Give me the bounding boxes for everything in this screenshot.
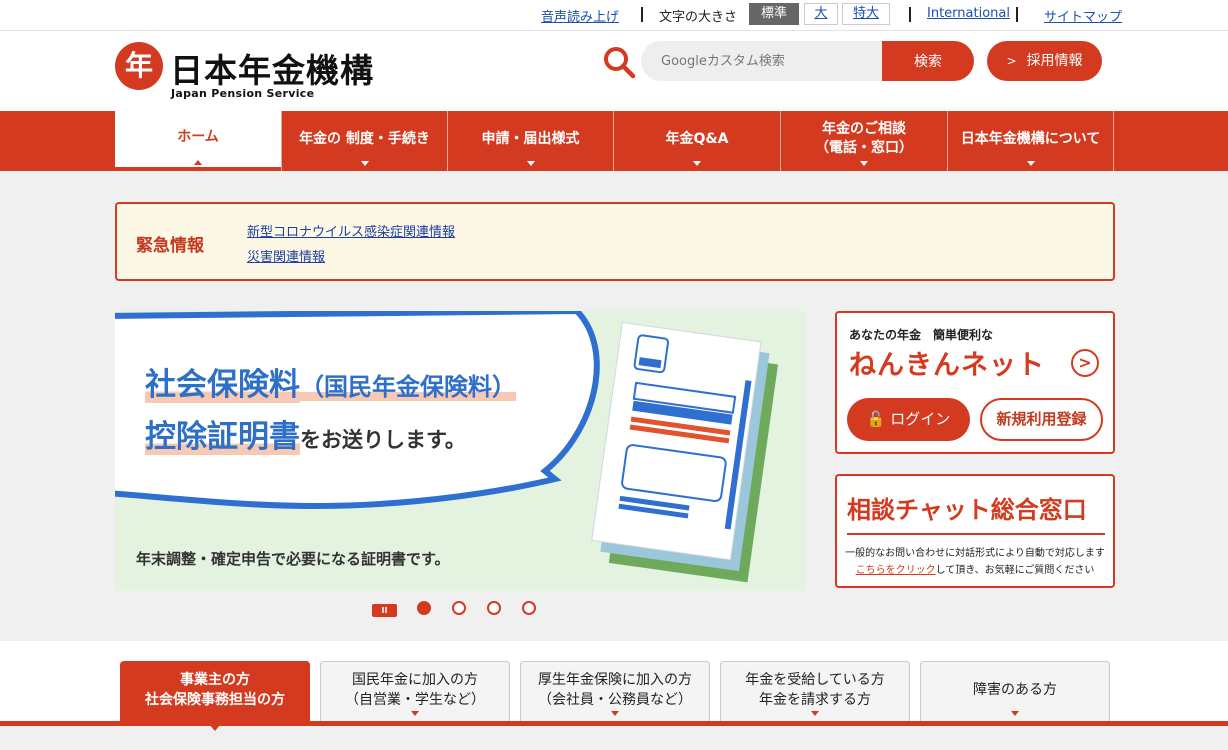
nav-item-label: 日本年金機構について (960, 130, 1101, 147)
recruit-button[interactable]: > 採用情報 (987, 41, 1102, 81)
caret-down-icon (811, 711, 819, 716)
logo-subtitle: Japan Pension Service (171, 87, 315, 100)
carousel-pause-button[interactable]: II (372, 604, 397, 617)
logo-text[interactable]: 日本年金機構 (170, 44, 374, 92)
arrow-right-icon[interactable]: > (1071, 349, 1099, 377)
font-size-label: 文字の大きさ (659, 10, 738, 25)
sitemap-link[interactable]: サイトマップ (1044, 6, 1122, 25)
caret-down-icon (693, 161, 701, 166)
banner-headline-1: 社会保険料（国民年金保険料） (145, 359, 516, 404)
global-nav: ホーム 年金の 制度・手続き 申請・届出様式 年金Q&A 年金のご相談 （電話・… (0, 111, 1228, 171)
international-link[interactable]: International (927, 6, 1010, 21)
banner-headline-2: 控除証明書をお送りします。 (145, 411, 466, 456)
hero-banner[interactable]: 社会保険料（国民年金保険料） 控除証明書をお送りします。 年末調整・確定申告で必… (115, 311, 805, 591)
banner-headline-2-main: 控除証明書 (145, 419, 300, 455)
chat-description-2: こちらをクリックして頂き、お気軽にご質問ください (837, 561, 1113, 576)
nenkin-net-title[interactable]: ねんきんネット (849, 343, 1045, 382)
tabs-underline (0, 721, 1228, 726)
logo-mark-icon[interactable]: 年 (115, 42, 163, 90)
carousel-dot-3[interactable] (487, 601, 501, 615)
chat-description-tail: して頂き、お気軽にご質問ください (935, 565, 1095, 576)
search-input[interactable] (641, 41, 886, 81)
caret-down-icon (611, 711, 619, 716)
tab-label: 事業主の方 社会保険事務担当の方 (145, 671, 285, 708)
chat-click-link[interactable]: こちらをクリック (856, 565, 936, 576)
font-size-large-button[interactable]: 大 (804, 3, 838, 25)
caret-down-icon (411, 711, 419, 716)
recruit-label: 採用情報 (1026, 53, 1083, 69)
nenkin-net-subtitle: あなたの年金 簡単便利な (849, 328, 994, 342)
nav-item-forms[interactable]: 申請・届出様式 (447, 111, 613, 171)
carousel-dot-4[interactable] (522, 601, 536, 615)
caret-down-icon (360, 161, 369, 166)
tab-employee-pension[interactable]: 厚生年金保険に加入の方 （会社員・公務員など） (520, 661, 710, 721)
caret-down-icon (1026, 161, 1035, 166)
emergency-title: 緊急情報 (136, 236, 204, 256)
nav-item-label: 申請・届出様式 (481, 130, 580, 147)
banner-footer: 年末調整・確定申告で必要になる証明書です。 (136, 550, 450, 568)
tab-national-pension[interactable]: 国民年金に加入の方 （自営業・学生など） (320, 661, 510, 721)
divider (1016, 7, 1018, 22)
emergency-link-covid[interactable]: 新型コロナウイルス感染症関連情報 (247, 221, 455, 240)
chat-panel: 相談チャット総合窓口 一般的なお問い合わせに対話形式により自動で対応します こち… (835, 474, 1115, 588)
banner-headline-2-tail: をお送りします。 (300, 428, 466, 452)
nav-item-consult[interactable]: 年金のご相談 （電話・窓口） (780, 111, 947, 171)
chat-description: 一般的なお問い合わせに対話形式により自動で対応します (845, 548, 1105, 559)
nenkin-net-panel: あなたの年金 簡単便利な ねんきんネット > 🔓 ログイン 新規利用登録 (835, 311, 1115, 454)
search-button[interactable]: 検索 (882, 41, 974, 81)
chat-divider (847, 533, 1105, 535)
tab-label: 国民年金に加入の方 （自営業・学生など） (345, 671, 485, 708)
divider (909, 7, 911, 22)
nav-item-label: 年金の 制度・手続き (299, 130, 430, 147)
tab-employer[interactable]: 事業主の方 社会保険事務担当の方 (120, 661, 310, 731)
caret-down-icon (860, 161, 868, 166)
carousel-dot-2[interactable] (452, 601, 466, 615)
tab-label: 年金を受給している方 年金を請求する方 (745, 671, 885, 708)
divider (641, 7, 643, 22)
nav-item-home[interactable]: ホーム (115, 111, 281, 171)
chat-title[interactable]: 相談チャット総合窓口 (847, 490, 1087, 525)
carousel-dot-1[interactable] (417, 601, 431, 615)
banner-headline-1-main: 社会保険料 (145, 367, 300, 403)
register-button[interactable]: 新規利用登録 (980, 398, 1103, 441)
login-button[interactable]: 🔓 ログイン (847, 398, 970, 441)
bottom-area (0, 726, 1228, 750)
chevron-right-icon: > (1006, 54, 1017, 68)
nav-item-about[interactable]: 日本年金機構について (947, 111, 1114, 171)
tab-pension-recipient[interactable]: 年金を受給している方 年金を請求する方 (720, 661, 910, 721)
font-size-xlarge-button[interactable]: 特大 (842, 3, 890, 25)
caret-down-icon (1011, 711, 1019, 716)
banner-headline-1-paren: （国民年金保険料） (300, 373, 516, 401)
emergency-link-disaster[interactable]: 災害関連情報 (247, 246, 325, 265)
header: 年 日本年金機構 Japan Pension Service 検索 > 採用情報 (0, 31, 1228, 111)
tab-label: 厚生年金保険に加入の方 （会社員・公務員など） (538, 671, 692, 708)
tab-disability[interactable]: 障害のある方 (920, 661, 1110, 721)
lock-icon: 🔓 (866, 410, 886, 428)
read-aloud-link[interactable]: 音声読み上げ (541, 6, 619, 25)
search-icon (604, 47, 636, 79)
nav-item-label: 年金Q&A (665, 130, 729, 147)
utility-bar: 音声読み上げ 文字の大きさ 標準 大 特大 International サイトマ… (0, 0, 1228, 31)
nav-item-system[interactable]: 年金の 制度・手続き (281, 111, 447, 171)
login-label: ログイン (890, 410, 951, 428)
font-size-standard-button[interactable]: 標準 (749, 3, 799, 25)
nav-item-label: 年金のご相談 （電話・窓口） (815, 121, 913, 156)
caret-up-icon (194, 160, 202, 165)
caret-down-icon (526, 161, 535, 166)
nav-item-qa[interactable]: 年金Q&A (613, 111, 780, 171)
emergency-info-box: 緊急情報 新型コロナウイルス感染症関連情報 災害関連情報 (115, 202, 1115, 281)
tab-label: 障害のある方 (973, 681, 1057, 698)
nav-item-label: ホーム (177, 128, 219, 145)
